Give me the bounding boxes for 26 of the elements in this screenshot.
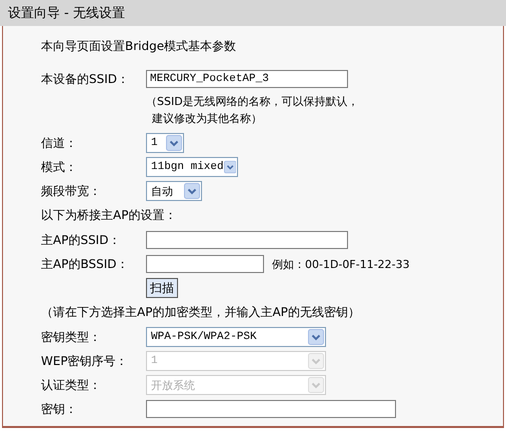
field-label: 密钥类型： — [41, 328, 102, 346]
dropdown[interactable]: 自动 — [146, 181, 202, 201]
field-label: 主AP的SSID： — [41, 232, 122, 248]
note-text: 建议修改为其他名称） — [151, 111, 263, 127]
field-label: 认证类型： — [41, 376, 102, 394]
scan-button[interactable]: 扫描 — [146, 278, 178, 298]
field-label: 信道： — [41, 134, 78, 152]
input-field[interactable]: MERCURY_PocketAP_3 — [146, 70, 348, 88]
field-label: 本设备的SSID： — [41, 70, 130, 88]
input-field[interactable] — [146, 400, 396, 418]
dropdown[interactable]: 11bgn mixed — [146, 157, 238, 177]
input-field[interactable] — [146, 255, 264, 273]
field-label: WEP密钥序号： — [41, 352, 129, 370]
field-label: 密钥： — [41, 400, 78, 418]
section-text: （请在下方选择主AP的加密类型，并输入主AP的无线密钥） — [41, 304, 361, 321]
dropdown[interactable]: 1 — [146, 133, 184, 153]
section-text: 以下为桥接主AP的设置： — [41, 207, 178, 224]
window-title: 设置向导 - 无线设置 — [8, 5, 125, 22]
field-label: 主AP的BSSID： — [41, 256, 130, 272]
input-field[interactable] — [146, 231, 348, 249]
intro-text: 本向导页面设置Bridge模式基本参数 — [41, 38, 238, 55]
field-label: 模式： — [41, 158, 78, 176]
field-label: 频段带宽： — [41, 182, 102, 200]
note-text: （SSID是无线网络的名称，可以保持默认， — [146, 94, 360, 110]
dropdown[interactable]: WPA-PSK/WPA2-PSK — [146, 327, 326, 347]
hint-text: 例如：00-1D-0F-11-22-33 — [272, 256, 410, 272]
